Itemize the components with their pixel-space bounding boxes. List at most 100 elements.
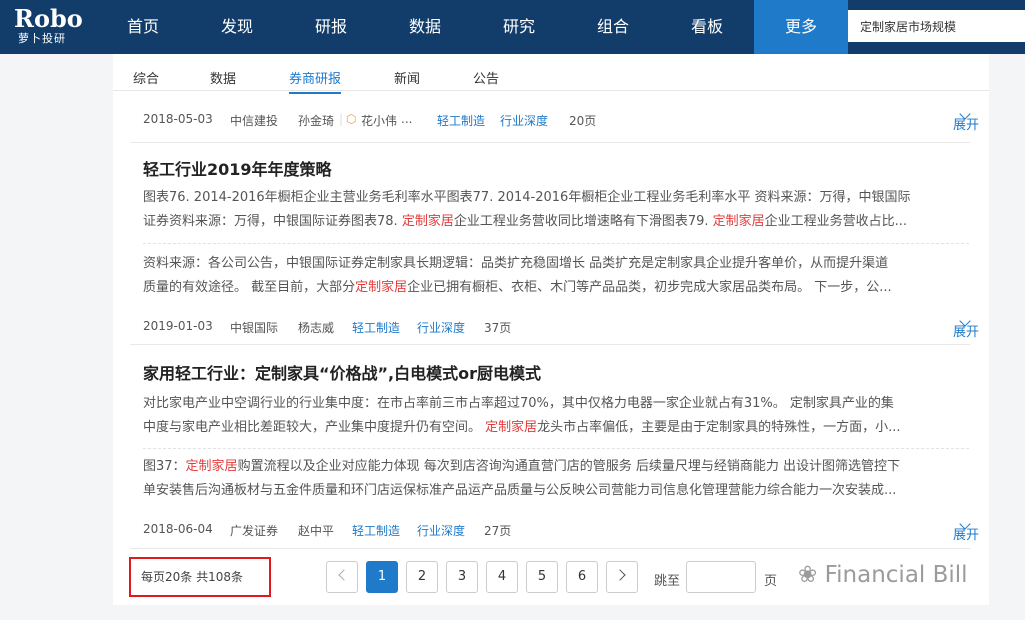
nav-item[interactable]: 研报 [284, 0, 378, 54]
snippet-line: 证券资料来源：万得，中银国际证券图表78. 定制家居企业工程业务营收同比增速略有… [143, 210, 963, 234]
report-date: 2018-05-03 [143, 112, 213, 126]
report-broker[interactable]: 中银国际 [230, 319, 278, 336]
report-snippet: 资料来源：各公司公告，中银国际证券定制家具长期逻辑：品类扩充稳固增长 品类扩充是… [143, 252, 963, 300]
snippet-divider [143, 448, 969, 449]
snippet-text: 购置流程以及企业对应能力体现 每次到店咨询沟通直营门店的管服务 后续量尺埋与经销… [237, 459, 900, 474]
divider [130, 548, 970, 549]
chevron-left-icon [338, 569, 350, 581]
snippet-text: 图表76. 2014-2016年橱柜企业主营业务毛利率水平图表77. 2014-… [143, 190, 911, 205]
snippet-text: 中度与家电产业相比差距较大，产业集中度提升仍有空间。 [143, 420, 486, 435]
subtab[interactable]: 新闻 [394, 68, 420, 87]
pagination-summary: 每页20条 共108条 [129, 557, 271, 597]
snippet-line: 质量的有效途径。 截至目前，大部分定制家居企业已拥有橱柜、衣柜、木门等产品品类，… [143, 276, 963, 300]
report-type-tag[interactable]: 行业深度 [500, 112, 548, 129]
report-title[interactable]: 轻工行业2019年年度策略 [143, 156, 332, 180]
report-snippet: 对比家电产业中空调行业的行业集中度：在市占率前三市占率超过70%，其中仅格力电器… [143, 392, 963, 440]
nav-item[interactable]: 组合 [566, 0, 660, 54]
snippet-text: 企业已拥有橱柜、衣柜、木门等产品品类，初步完成大家居品类布局。 下一步，公... [407, 280, 892, 295]
snippet-text: 企业工程业务营收同比增速略有下滑图表79. [453, 214, 713, 229]
snippet-text: 图37： [143, 459, 186, 474]
logo-brand: Robo [14, 4, 83, 33]
nav-item[interactable]: 发现 [190, 0, 284, 54]
snippet-text: 对比家电产业中空调行业的行业集中度：在市占率前三市占率超过70%，其中仅格力电器… [143, 396, 894, 411]
snippet-text: 证券资料来源：万得，中银国际证券图表78. [143, 214, 402, 229]
report-type-tag[interactable]: 行业深度 [417, 522, 465, 539]
report-meta-row: 2018-05-03 中信建投 孙金琦 | ⬡ 花小伟 ... 轻工制造 行业深… [143, 108, 979, 133]
next-page-button[interactable] [606, 561, 638, 593]
logo-subtitle: 萝卜投研 [18, 32, 66, 45]
page-count: 20页 [569, 114, 597, 128]
report-meta-row: 2019-01-03 中银国际 杨志威 轻工制造 行业深度 37页 展开 [143, 315, 979, 340]
highlighted-keyword: 定制家居 [712, 214, 765, 229]
subtab[interactable]: 券商研报 [289, 68, 342, 94]
page-button[interactable]: 3 [446, 561, 478, 593]
report-date: 2018-06-04 [143, 522, 213, 536]
nav-item[interactable]: 更多 [754, 0, 848, 54]
expand-button[interactable]: 展开 [953, 315, 979, 340]
page-footer-strip [0, 605, 1025, 620]
search-input[interactable] [848, 10, 1025, 42]
author-divider: | [339, 112, 344, 126]
divider [130, 344, 970, 345]
snippet-line: 单安装售后沟通板材与五金件质量和环门店运保标准产品运产品质量与公反映公司营能力司… [143, 479, 963, 503]
report-snippet: 图37：定制家居购置流程以及企业对应能力体现 每次到店咨询沟通直营门店的管服务 … [143, 455, 963, 503]
industry-tag[interactable]: 轻工制造 [352, 522, 400, 539]
subtab[interactable]: 公告 [473, 68, 499, 87]
highlighted-keyword: 定制家居 [485, 420, 538, 435]
page-button[interactable]: 6 [566, 561, 598, 593]
page-button[interactable]: 1 [366, 561, 398, 593]
result-type-tabs: 综合 数据 券商研报 新闻 公告 [113, 54, 989, 94]
snippet-line: 图37：定制家居购置流程以及企业对应能力体现 每次到店咨询沟通直营门店的管服务 … [143, 455, 963, 479]
industry-tag[interactable]: 轻工制造 [437, 112, 485, 129]
watermark: ❀ Financial Bill [798, 562, 968, 588]
highlighted-keyword: 定制家居 [401, 214, 454, 229]
jump-page-input[interactable] [686, 561, 756, 593]
main-nav: 首页 发现 研报 数据 研究 组合 看板 更多 [96, 0, 848, 54]
industry-tag[interactable]: 轻工制造 [352, 319, 400, 336]
nav-item[interactable]: 研究 [472, 0, 566, 54]
top-navigation-bar: Robo 萝卜投研 首页 发现 研报 数据 研究 组合 看板 更多 [0, 0, 1025, 54]
report-type-tag[interactable]: 行业深度 [417, 319, 465, 336]
report-broker[interactable]: 广发证券 [230, 522, 278, 539]
subtab[interactable]: 数据 [210, 68, 236, 87]
snippet-text: 单安装售后沟通板材与五金件质量和环门店运保标准产品运产品质量与公反映公司营能力司… [143, 483, 897, 498]
snippet-text: 企业工程业务营收占比... [764, 214, 908, 229]
divider [130, 142, 970, 143]
report-title[interactable]: 家用轻工行业：定制家具“价格战”,白电模式or厨电模式 [143, 360, 541, 384]
snippet-text: 资料来源：各公司公告，中银国际证券定制家具长期逻辑：品类扩充稳固增长 品类扩充是… [143, 256, 889, 271]
report-author[interactable]: 赵中平 [298, 522, 334, 539]
wechat-icon: ❀ [798, 562, 818, 588]
chevron-right-icon [614, 569, 626, 581]
subtab[interactable]: 综合 [133, 68, 159, 87]
report-meta-row: 2018-06-04 广发证券 赵中平 轻工制造 行业深度 27页 展开 [143, 518, 979, 543]
report-author[interactable]: 花小伟 [361, 112, 397, 129]
author-badge-icon: ⬡ [346, 112, 357, 126]
expand-button[interactable]: 展开 [953, 518, 979, 543]
page-count: 37页 [484, 321, 512, 335]
page-button[interactable]: 5 [526, 561, 558, 593]
nav-item[interactable]: 看板 [660, 0, 754, 54]
report-broker[interactable]: 中信建投 [230, 112, 278, 129]
highlighted-keyword: 定制家居 [185, 459, 238, 474]
snippet-text: 龙头市占率偏低，主要是由于定制家具的特殊性，一方面，小... [537, 420, 901, 435]
jump-to-label: 跳至 [654, 574, 681, 589]
snippet-text: 质量的有效途径。 截至目前，大部分 [143, 280, 356, 295]
nav-item[interactable]: 数据 [378, 0, 472, 54]
expand-button[interactable]: 展开 [953, 108, 979, 133]
nav-item[interactable]: 首页 [96, 0, 190, 54]
results-panel: 综合 数据 券商研报 新闻 公告 2018-05-03 中信建投 孙金琦 | ⬡ 花小伟… [113, 54, 989, 620]
report-author[interactable]: 孙金琦 [298, 112, 334, 129]
report-snippet: 图表76. 2014-2016年橱柜企业主营业务毛利率水平图表77. 2014-… [143, 186, 963, 234]
snippet-divider [143, 243, 969, 244]
snippet-line: 资料来源：各公司公告，中银国际证券定制家具长期逻辑：品类扩充稳固增长 品类扩充是… [143, 252, 963, 276]
report-author[interactable]: 杨志威 [298, 319, 334, 336]
snippet-line: 图表76. 2014-2016年橱柜企业主营业务毛利率水平图表77. 2014-… [143, 186, 963, 210]
author-ellipsis: ... [401, 112, 413, 126]
page-count: 27页 [484, 524, 512, 538]
page-button[interactable]: 4 [486, 561, 518, 593]
watermark-text: Financial Bill [824, 562, 968, 588]
page-button[interactable]: 2 [406, 561, 438, 593]
prev-page-button[interactable] [326, 561, 358, 593]
robo-logo[interactable]: Robo 萝卜投研 [14, 6, 83, 46]
snippet-line: 中度与家电产业相比差距较大，产业集中度提升仍有空间。 定制家居龙头市占率偏低，主… [143, 416, 963, 440]
